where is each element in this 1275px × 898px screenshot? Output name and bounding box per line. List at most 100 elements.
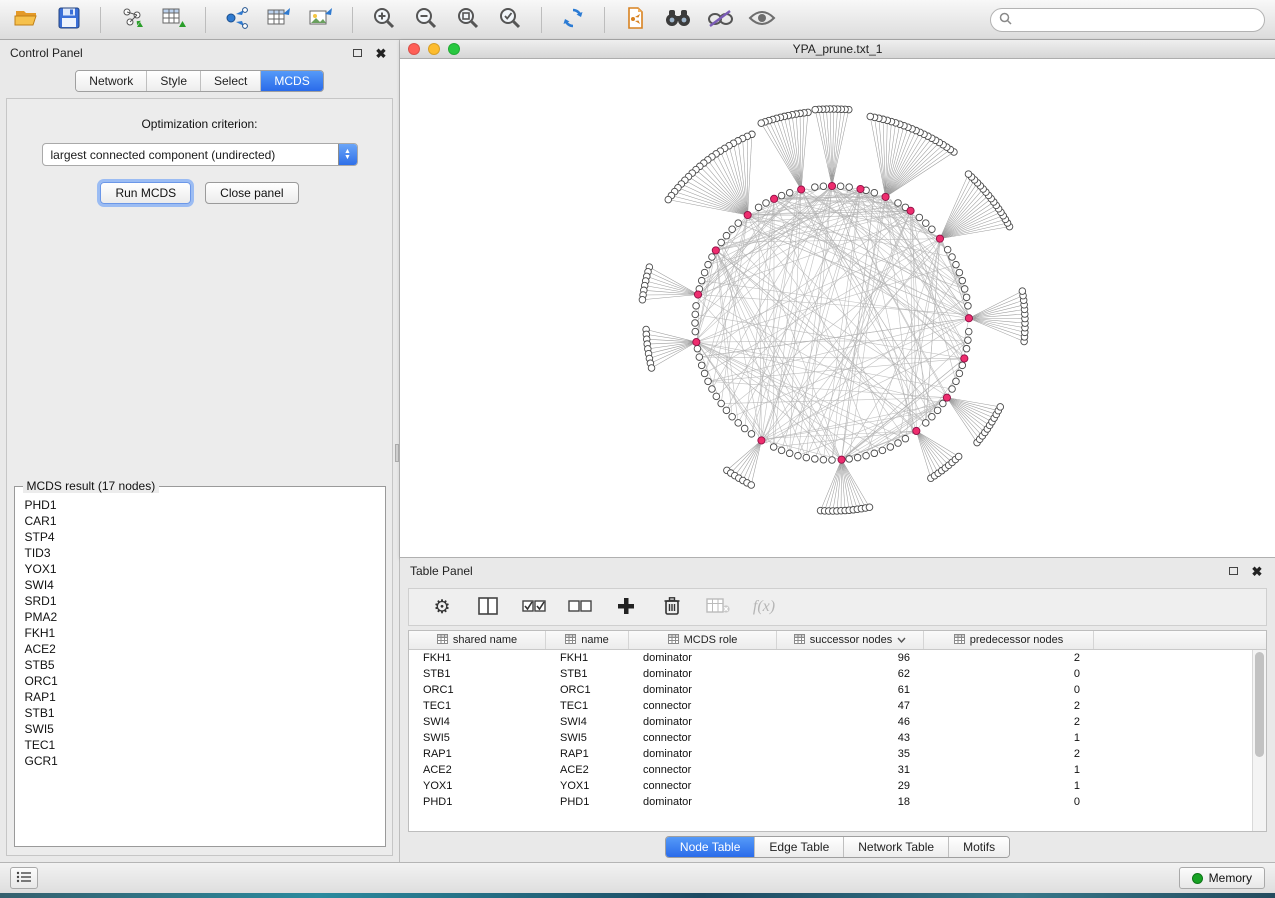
cell-successor-nodes[interactable]: 35 — [777, 746, 924, 762]
cell-successor-nodes[interactable]: 62 — [777, 666, 924, 682]
cell-shared-name[interactable]: RAP1 — [409, 746, 546, 762]
tab-network[interactable]: Network — [76, 71, 146, 91]
scrollbar-thumb[interactable] — [1255, 652, 1264, 757]
export-table-button[interactable] — [262, 4, 296, 36]
cell-predecessor-nodes[interactable]: 1 — [924, 778, 1094, 794]
style-preview-button[interactable] — [703, 4, 737, 36]
column-header-shared-name[interactable]: shared name — [409, 631, 546, 649]
cell-mcds-role[interactable]: dominator — [629, 714, 777, 730]
table-row[interactable]: SWI4SWI4dominator462 — [409, 714, 1252, 730]
cell-mcds-role[interactable]: connector — [629, 730, 777, 746]
export-image-button[interactable] — [304, 4, 338, 36]
table-row[interactable]: RAP1RAP1dominator352 — [409, 746, 1252, 762]
cell-name[interactable]: ORC1 — [546, 682, 629, 698]
close-panel-icon[interactable]: ✖ — [1249, 564, 1265, 578]
cell-predecessor-nodes[interactable]: 2 — [924, 746, 1094, 762]
delete-column-button[interactable] — [659, 594, 685, 620]
mcds-result-item[interactable]: SRD1 — [15, 593, 385, 609]
close-panel-button[interactable]: Close panel — [205, 182, 298, 204]
zoom-fit-button[interactable] — [451, 4, 485, 36]
column-header-successor-nodes[interactable]: successor nodes — [777, 631, 924, 649]
cell-predecessor-nodes[interactable]: 0 — [924, 666, 1094, 682]
cell-mcds-role[interactable]: dominator — [629, 682, 777, 698]
cell-shared-name[interactable]: PHD1 — [409, 794, 546, 810]
mcds-result-item[interactable]: ORC1 — [15, 673, 385, 689]
zoom-in-button[interactable] — [367, 4, 401, 36]
duplicate-network-button[interactable] — [619, 4, 653, 36]
float-panel-icon[interactable] — [349, 46, 365, 60]
mcds-result-item[interactable]: STB1 — [15, 705, 385, 721]
cell-predecessor-nodes[interactable]: 0 — [924, 794, 1094, 810]
panel-splitter-handle[interactable] — [395, 444, 399, 462]
run-mcds-button[interactable]: Run MCDS — [100, 182, 191, 204]
mcds-result-item[interactable]: PMA2 — [15, 609, 385, 625]
table-row[interactable]: PHD1PHD1dominator180 — [409, 794, 1252, 810]
function-builder-button[interactable]: f(x) — [751, 594, 777, 620]
cell-successor-nodes[interactable]: 43 — [777, 730, 924, 746]
network-graph[interactable] — [400, 59, 1268, 556]
cell-predecessor-nodes[interactable]: 2 — [924, 698, 1094, 714]
mcds-result-item[interactable]: GCR1 — [15, 753, 385, 769]
cell-successor-nodes[interactable]: 18 — [777, 794, 924, 810]
table-row[interactable]: ORC1ORC1dominator610 — [409, 682, 1252, 698]
add-column-button[interactable] — [613, 594, 639, 620]
table-row[interactable]: SWI5SWI5connector431 — [409, 730, 1252, 746]
criterion-dropdown[interactable]: largest connected component (undirected)… — [42, 143, 358, 166]
cell-shared-name[interactable]: ACE2 — [409, 762, 546, 778]
cell-shared-name[interactable]: STB1 — [409, 666, 546, 682]
apply-layout-button[interactable] — [556, 4, 590, 36]
cell-name[interactable]: RAP1 — [546, 746, 629, 762]
cell-successor-nodes[interactable]: 96 — [777, 650, 924, 666]
cell-mcds-role[interactable]: dominator — [629, 650, 777, 666]
mcds-result-item[interactable]: CAR1 — [15, 513, 385, 529]
mcds-result-item[interactable]: TID3 — [15, 545, 385, 561]
cell-mcds-role[interactable]: connector — [629, 778, 777, 794]
float-panel-icon[interactable] — [1225, 564, 1241, 578]
column-selector-button[interactable] — [475, 594, 501, 620]
cell-name[interactable]: YOX1 — [546, 778, 629, 794]
search-field[interactable] — [990, 8, 1265, 32]
search-input[interactable] — [1018, 13, 1256, 27]
cell-predecessor-nodes[interactable]: 0 — [924, 682, 1094, 698]
cell-shared-name[interactable]: YOX1 — [409, 778, 546, 794]
table-row[interactable]: ACE2ACE2connector311 — [409, 762, 1252, 778]
cell-successor-nodes[interactable]: 31 — [777, 762, 924, 778]
cell-mcds-role[interactable]: connector — [629, 698, 777, 714]
cell-shared-name[interactable]: SWI5 — [409, 730, 546, 746]
table-row[interactable]: TEC1TEC1connector472 — [409, 698, 1252, 714]
zoom-selected-button[interactable] — [493, 4, 527, 36]
zoom-out-button[interactable] — [409, 4, 443, 36]
cell-predecessor-nodes[interactable]: 1 — [924, 730, 1094, 746]
deselect-all-columns-button[interactable] — [567, 594, 593, 620]
cell-predecessor-nodes[interactable]: 1 — [924, 762, 1094, 778]
tab-select[interactable]: Select — [200, 71, 260, 91]
tab-edge-table[interactable]: Edge Table — [754, 837, 843, 857]
export-network-button[interactable] — [220, 4, 254, 36]
mcds-result-item[interactable]: SWI5 — [15, 721, 385, 737]
select-all-columns-button[interactable] — [521, 594, 547, 620]
table-scrollbar[interactable] — [1252, 650, 1266, 831]
cell-predecessor-nodes[interactable]: 2 — [924, 650, 1094, 666]
column-header-predecessor-nodes[interactable]: predecessor nodes — [924, 631, 1094, 649]
column-header-mcds-role[interactable]: MCDS role — [629, 631, 777, 649]
table-row[interactable]: STB1STB1dominator620 — [409, 666, 1252, 682]
cell-successor-nodes[interactable]: 47 — [777, 698, 924, 714]
table-row[interactable]: YOX1YOX1connector291 — [409, 778, 1252, 794]
cell-name[interactable]: TEC1 — [546, 698, 629, 714]
tab-style[interactable]: Style — [146, 71, 200, 91]
mcds-result-item[interactable]: SWI4 — [15, 577, 385, 593]
task-history-button[interactable] — [10, 867, 38, 889]
network-canvas[interactable] — [400, 59, 1275, 557]
cell-mcds-role[interactable]: connector — [629, 762, 777, 778]
cell-name[interactable]: STB1 — [546, 666, 629, 682]
memory-button[interactable]: Memory — [1179, 867, 1265, 889]
mcds-result-list[interactable]: PHD1CAR1STP4TID3YOX1SWI4SRD1PMA2FKH1ACE2… — [15, 497, 385, 769]
find-button[interactable] — [661, 4, 695, 36]
tab-motifs[interactable]: Motifs — [948, 837, 1009, 857]
cell-name[interactable]: SWI5 — [546, 730, 629, 746]
mcds-result-item[interactable]: YOX1 — [15, 561, 385, 577]
save-session-button[interactable] — [52, 4, 86, 36]
cell-successor-nodes[interactable]: 29 — [777, 778, 924, 794]
cell-shared-name[interactable]: SWI4 — [409, 714, 546, 730]
import-table-button[interactable] — [157, 4, 191, 36]
